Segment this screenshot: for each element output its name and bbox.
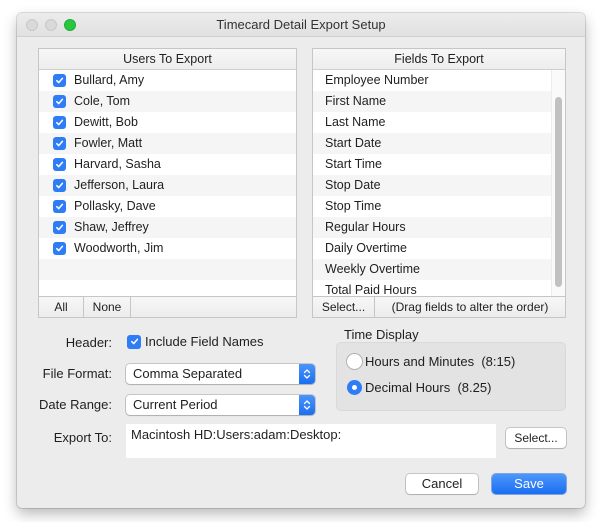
- checkmark-icon: [56, 98, 64, 105]
- decimal-hours-radio[interactable]: Decimal Hours (8.25): [347, 380, 491, 395]
- user-row[interactable]: Jefferson, Laura: [39, 175, 296, 196]
- date-range-label: Date Range:: [39, 397, 112, 412]
- user-name: Cole, Tom: [74, 94, 131, 108]
- date-range-value: Current Period: [133, 397, 218, 412]
- user-name: Dewitt, Bob: [74, 115, 138, 129]
- user-row[interactable]: Harvard, Sasha: [39, 154, 296, 175]
- fields-panel-header: Fields To Export: [313, 49, 565, 70]
- hours-minutes-label: Hours and Minutes (8:15): [365, 354, 516, 369]
- field-row[interactable]: Start Time: [313, 154, 551, 175]
- user-name: Shaw, Jeffrey: [74, 220, 149, 234]
- fields-to-export-panel: Fields To Export Employee Number First N…: [312, 48, 566, 318]
- fields-panel-footer: Select... (Drag fields to alter the orde…: [313, 296, 565, 317]
- hours-minutes-radio[interactable]: Hours and Minutes (8:15): [347, 354, 515, 369]
- decimal-hours-label: Decimal Hours (8.25): [365, 380, 492, 395]
- chevron-updown-icon: [299, 395, 315, 415]
- user-checkbox[interactable]: [53, 158, 66, 171]
- user-row[interactable]: Cole, Tom: [39, 91, 296, 112]
- user-row[interactable]: Pollasky, Dave: [39, 196, 296, 217]
- user-name: Harvard, Sasha: [74, 157, 161, 171]
- include-field-names-label: Include Field Names: [145, 334, 264, 349]
- fields-scrollbar[interactable]: [551, 70, 565, 296]
- checkmark-icon: [56, 203, 64, 210]
- users-panel-header: Users To Export: [39, 49, 296, 70]
- user-row[interactable]: Woodworth, Jim: [39, 238, 296, 259]
- checkmark-icon: [56, 182, 64, 189]
- export-setup-window: Timecard Detail Export Setup Users To Ex…: [17, 13, 585, 508]
- field-row[interactable]: Total Paid Hours: [313, 280, 551, 296]
- include-field-names-check[interactable]: [127, 334, 141, 349]
- field-row[interactable]: Last Name: [313, 112, 551, 133]
- title-bar: Timecard Detail Export Setup: [17, 13, 585, 37]
- field-row[interactable]: Daily Overtime: [313, 238, 551, 259]
- export-path-field[interactable]: Macintosh HD:Users:adam:Desktop:: [126, 424, 496, 458]
- include-field-names-checkbox[interactable]: Include Field Names: [127, 334, 264, 349]
- user-row[interactable]: Shaw, Jeffrey: [39, 217, 296, 238]
- select-export-location-button[interactable]: Select...: [506, 428, 566, 448]
- user-checkbox[interactable]: [53, 200, 66, 213]
- user-checkbox[interactable]: [53, 116, 66, 129]
- select-all-users-button[interactable]: All: [39, 297, 84, 317]
- users-panel-footer: All None: [39, 296, 296, 317]
- time-display-title: Time Display: [344, 327, 419, 342]
- user-name: Pollasky, Dave: [74, 199, 156, 213]
- field-row[interactable]: Stop Time: [313, 196, 551, 217]
- header-label: Header:: [65, 335, 112, 350]
- window-title: Timecard Detail Export Setup: [216, 17, 386, 32]
- checkmark-icon: [56, 140, 64, 147]
- select-no-users-button[interactable]: None: [84, 297, 131, 317]
- checkmark-icon: [56, 245, 64, 252]
- user-row[interactable]: Fowler, Matt: [39, 133, 296, 154]
- user-name: Bullard, Amy: [74, 73, 145, 87]
- time-display-group: Hours and Minutes (8:15) Decimal Hours (…: [336, 342, 566, 411]
- user-row[interactable]: Dewitt, Bob: [39, 112, 296, 133]
- users-to-export-panel: Users To Export Bullard, Amy Cole, Tom D…: [38, 48, 297, 318]
- user-checkbox[interactable]: [53, 95, 66, 108]
- user-name: Woodworth, Jim: [74, 241, 164, 255]
- fields-scrollbar-thumb[interactable]: [555, 97, 562, 287]
- user-checkbox[interactable]: [53, 74, 66, 87]
- select-fields-button[interactable]: Select...: [313, 297, 375, 317]
- export-to-label: Export To:: [53, 430, 112, 445]
- file-format-label: File Format:: [42, 366, 112, 381]
- user-name: Fowler, Matt: [74, 136, 143, 150]
- save-button[interactable]: Save: [492, 474, 566, 494]
- checkmark-icon: [130, 338, 138, 345]
- field-row[interactable]: Weekly Overtime: [313, 259, 551, 280]
- user-checkbox[interactable]: [53, 179, 66, 192]
- checkmark-icon: [56, 224, 64, 231]
- fields-list: Employee Number First Name Last Name Sta…: [313, 70, 551, 296]
- cancel-button[interactable]: Cancel: [406, 474, 478, 494]
- checkmark-icon: [56, 77, 64, 84]
- date-range-popup[interactable]: Current Period: [126, 395, 315, 415]
- drag-hint: (Drag fields to alter the order): [391, 300, 549, 314]
- checkmark-icon: [56, 119, 64, 126]
- file-format-popup[interactable]: Comma Separated: [126, 364, 315, 384]
- field-row[interactable]: Start Date: [313, 133, 551, 154]
- user-checkbox[interactable]: [53, 137, 66, 150]
- user-name: Jefferson, Laura: [74, 178, 165, 192]
- user-checkbox[interactable]: [53, 221, 66, 234]
- field-row[interactable]: Employee Number: [313, 70, 551, 91]
- field-row[interactable]: Regular Hours: [313, 217, 551, 238]
- radio-button[interactable]: [347, 354, 362, 369]
- field-row[interactable]: Stop Date: [313, 175, 551, 196]
- user-row[interactable]: Bullard, Amy: [39, 70, 296, 91]
- radio-button-selected[interactable]: [347, 380, 362, 395]
- empty-row: [39, 280, 296, 296]
- file-format-value: Comma Separated: [133, 366, 243, 381]
- checkmark-icon: [56, 161, 64, 168]
- users-list: Bullard, Amy Cole, Tom Dewitt, Bob Fowle…: [39, 70, 296, 296]
- empty-row: [39, 259, 296, 280]
- field-row[interactable]: First Name: [313, 91, 551, 112]
- user-checkbox[interactable]: [53, 242, 66, 255]
- chevron-updown-icon: [299, 364, 315, 384]
